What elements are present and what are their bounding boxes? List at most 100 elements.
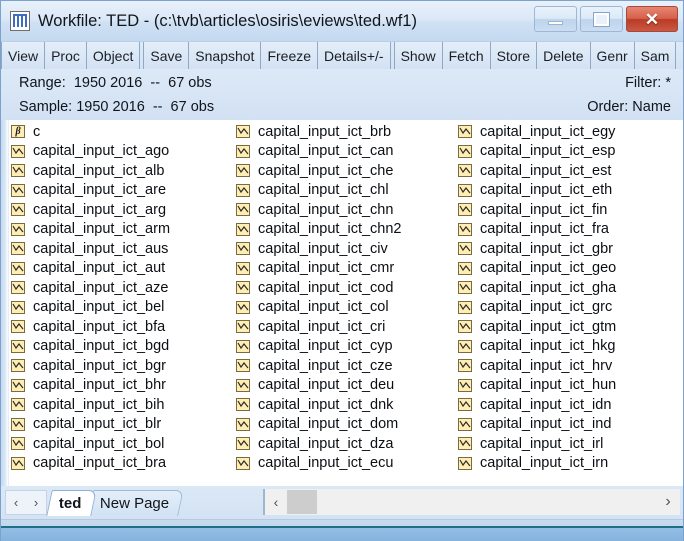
toolbar-button-delete[interactable]: Delete	[537, 42, 591, 70]
page-prev-icon[interactable]: ‹	[6, 491, 26, 514]
toolbar-button-store[interactable]: Store	[490, 42, 538, 70]
object-list-item[interactable]: capital_input_ict_aus	[11, 239, 226, 259]
object-list-item[interactable]: capital_input_ict_bfa	[11, 317, 226, 337]
toolbar-button-label: View	[8, 48, 39, 64]
object-list-item[interactable]: capital_input_ict_gbr	[458, 239, 673, 259]
object-list-item[interactable]: capital_input_ict_arg	[11, 200, 226, 220]
scroll-right-icon[interactable]: ›	[656, 489, 680, 515]
maximize-button[interactable]	[580, 6, 623, 32]
page-next-icon[interactable]: ›	[26, 491, 46, 514]
object-list-item[interactable]: capital_input_ict_irn	[458, 454, 673, 474]
toolbar-button-proc[interactable]: Proc	[45, 42, 87, 70]
status-fill	[1, 528, 683, 541]
object-list-item[interactable]: capital_input_ict_hun	[458, 376, 673, 396]
object-list-item[interactable]: capital_input_ict_bgd	[11, 337, 226, 357]
object-list-item[interactable]: capital_input_ict_irl	[458, 434, 673, 454]
object-list-item[interactable]: capital_input_ict_aze	[11, 278, 226, 298]
object-list-item[interactable]: capital_input_ict_fin	[458, 200, 673, 220]
object-list-item[interactable]: capital_input_ict_dom	[236, 415, 451, 435]
series-icon	[11, 164, 25, 178]
page-tab-new-page[interactable]: New Page	[86, 490, 184, 516]
object-list-item[interactable]: capital_input_ict_idn	[458, 395, 673, 415]
toolbar-button-show[interactable]: Show	[393, 42, 443, 70]
object-name: capital_input_ict_ecu	[258, 455, 394, 471]
object-list-item[interactable]: βc	[11, 122, 226, 142]
object-list-item[interactable]: capital_input_ict_ind	[458, 415, 673, 435]
scrollbar-track[interactable]	[317, 489, 656, 515]
object-list-item[interactable]: capital_input_ict_col	[236, 298, 451, 318]
toolbar-button-view[interactable]: View	[1, 42, 46, 70]
toolbar-button-freeze[interactable]: Freeze	[261, 42, 319, 70]
object-list-item[interactable]: capital_input_ict_aut	[11, 259, 226, 279]
object-list-item[interactable]: capital_input_ict_deu	[236, 376, 451, 396]
object-list-item[interactable]: capital_input_ict_che	[236, 161, 451, 181]
series-icon	[11, 183, 25, 197]
minimize-button[interactable]	[534, 6, 577, 32]
object-list-item[interactable]: capital_input_ict_est	[458, 161, 673, 181]
series-icon	[236, 320, 250, 334]
object-list-item[interactable]: capital_input_ict_egy	[458, 122, 673, 142]
object-list-item[interactable]: capital_input_ict_bih	[11, 395, 226, 415]
range-row: Range: 1950 2016 -- 67 obs Filter: *	[1, 70, 683, 95]
horizontal-scrollbar[interactable]: ‹ ›	[263, 489, 680, 515]
object-list-item[interactable]: capital_input_ict_civ	[236, 239, 451, 259]
scrollbar-thumb[interactable]	[287, 490, 317, 514]
object-list-item[interactable]: capital_input_ict_ago	[11, 142, 226, 162]
object-list-item[interactable]: capital_input_ict_bgr	[11, 356, 226, 376]
object-list-item[interactable]: capital_input_ict_geo	[458, 259, 673, 279]
object-list-item[interactable]: capital_input_ict_fra	[458, 220, 673, 240]
toolbar-button-genr[interactable]: Genr	[590, 42, 635, 70]
object-list-item[interactable]: capital_input_ict_gtm	[458, 317, 673, 337]
series-icon	[236, 300, 250, 314]
object-name: capital_input_ict_esp	[480, 143, 616, 159]
object-list-item[interactable]: capital_input_ict_can	[236, 142, 451, 162]
object-list-item[interactable]: capital_input_ict_hkg	[458, 337, 673, 357]
object-name: capital_input_ict_ago	[33, 143, 170, 159]
object-list-item[interactable]: capital_input_ict_arm	[11, 220, 226, 240]
object-list-item[interactable]: capital_input_ict_bhr	[11, 376, 226, 396]
object-list-item[interactable]: capital_input_ict_grc	[458, 298, 673, 318]
object-list-item[interactable]: capital_input_ict_eth	[458, 181, 673, 201]
object-list-item[interactable]: capital_input_ict_ecu	[236, 454, 451, 474]
series-icon	[458, 164, 472, 178]
object-list-item[interactable]: capital_input_ict_esp	[458, 142, 673, 162]
object-list-item[interactable]: capital_input_ict_chn	[236, 200, 451, 220]
object-list-item[interactable]: capital_input_ict_chn2	[236, 220, 451, 240]
toolbar-button-label: Sam	[640, 48, 670, 64]
object-column-1: β c capital_input_ict_ago capital_input_ict…	[11, 122, 226, 473]
object-list-item[interactable]: capital_input_ict_blr	[11, 415, 226, 435]
toolbar-button-details[interactable]: Details+/-	[318, 42, 391, 70]
object-list-item[interactable]: capital_input_ict_dza	[236, 434, 451, 454]
object-list-item[interactable]: capital_input_ict_chl	[236, 181, 451, 201]
object-list-item[interactable]: capital_input_ict_cze	[236, 356, 451, 376]
toolbar-button-object[interactable]: Object	[86, 42, 141, 70]
object-name: capital_input_ict_aut	[33, 260, 166, 276]
object-list-item[interactable]: capital_input_ict_alb	[11, 161, 226, 181]
order-label[interactable]: Order: Name	[587, 99, 671, 115]
object-list-item[interactable]: capital_input_ict_bel	[11, 298, 226, 318]
object-list-item[interactable]: capital_input_ict_are	[11, 181, 226, 201]
object-list-item[interactable]: capital_input_ict_dnk	[236, 395, 451, 415]
page-tab-ted[interactable]: ted	[46, 490, 97, 516]
object-list-item[interactable]: capital_input_ict_cyp	[236, 337, 451, 357]
object-list-item[interactable]: capital_input_ict_cri	[236, 317, 451, 337]
toolbar-button-snapshot[interactable]: Snapshot	[189, 42, 262, 70]
object-list-item[interactable]: capital_input_ict_bra	[11, 454, 226, 474]
object-list-item[interactable]: capital_input_ict_cmr	[236, 259, 451, 279]
toolbar-button-fetch[interactable]: Fetch	[442, 42, 491, 70]
scroll-left-icon[interactable]: ‹	[265, 489, 287, 515]
object-list-item[interactable]: capital_input_ict_brb	[236, 122, 451, 142]
toolbar-button-label: Proc	[51, 48, 80, 64]
toolbar-button-save[interactable]: Save	[143, 42, 190, 70]
object-list-item[interactable]: capital_input_ict_gha	[458, 278, 673, 298]
series-icon	[458, 398, 472, 412]
object-list-item[interactable]: capital_input_ict_bol	[11, 434, 226, 454]
series-icon	[458, 456, 472, 470]
object-list[interactable]: β c capital_input_ict_ago capital_input_ict…	[1, 120, 683, 486]
object-list-item[interactable]: capital_input_ict_cod	[236, 278, 451, 298]
close-button[interactable]: ✕	[626, 6, 678, 32]
object-list-item[interactable]: capital_input_ict_hrv	[458, 356, 673, 376]
filter-label[interactable]: Filter: *	[625, 75, 671, 91]
toolbar-button-sam[interactable]: Sam	[634, 42, 677, 70]
page-nav-arrows[interactable]: ‹ ›	[5, 490, 47, 515]
